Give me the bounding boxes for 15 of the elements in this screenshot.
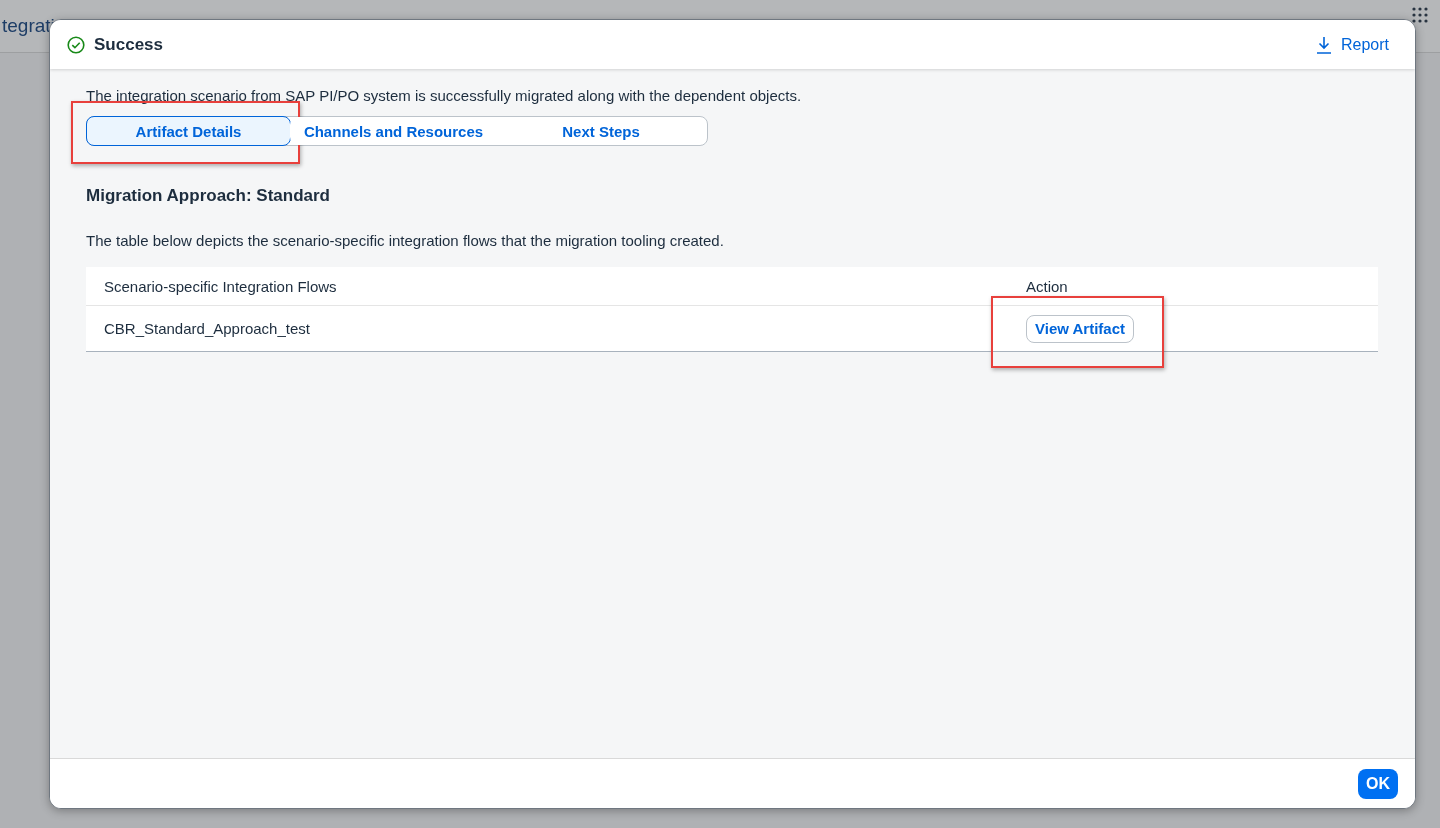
description-text: The table below depicts the scenario-specific integration flows that the migration tooling created. bbox=[86, 232, 725, 249]
column-header: Scenario-specific Integration Flows bbox=[103, 277, 338, 295]
dialog-title: Success bbox=[94, 34, 163, 55]
app-grid-icon[interactable] bbox=[1412, 7, 1428, 23]
download-icon bbox=[1314, 35, 1333, 54]
section-heading: Migration Approach: Standard bbox=[86, 186, 331, 206]
app-title: tegrati bbox=[2, 15, 56, 37]
report-button[interactable]: Report bbox=[1314, 35, 1389, 54]
view-artifact-button[interactable]: View Artifact bbox=[1026, 314, 1135, 343]
tab[interactable]: Artifact Details bbox=[86, 116, 291, 146]
ok-button[interactable]: OK bbox=[1358, 768, 1398, 799]
table-cell-text: CBR_Standard_Approach_test bbox=[103, 320, 311, 337]
success-icon bbox=[67, 35, 85, 54]
message-text: The integration scenario from SAP PI/PO system is successfully migrated along with the dependent objects. bbox=[86, 87, 803, 104]
column-header: Action bbox=[1025, 277, 1068, 295]
